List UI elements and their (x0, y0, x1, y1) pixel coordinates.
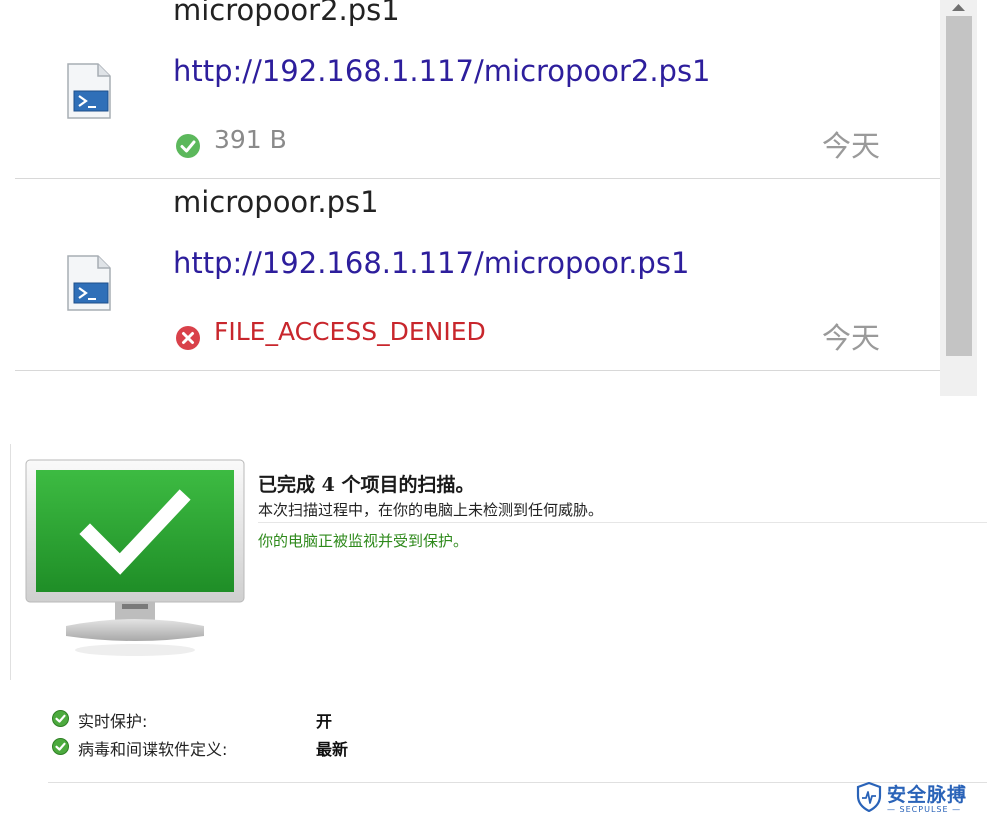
scan-title: 已完成 4 个项目的扫描。 (258, 474, 475, 496)
check-circle-icon (52, 738, 69, 755)
file-url-link[interactable]: http://192.168.1.117/micropoor2.ps1 (173, 54, 711, 88)
scroll-up-arrow-icon[interactable] (940, 0, 977, 16)
scan-result-panel: 已完成 4 个项目的扫描。 本次扫描过程中，在你的电脑上未检测到任何威胁。 你的… (10, 444, 987, 830)
download-list: micropoor2.ps1 http://192.168.1.117/micr… (0, 0, 980, 396)
protection-message: 你的电脑正被监视并受到保护。 (258, 532, 469, 550)
scrollbar[interactable] (940, 0, 977, 396)
divider (258, 522, 987, 523)
download-item[interactable]: micropoor2.ps1 http://192.168.1.117/micr… (0, 0, 940, 171)
panel-edge (10, 444, 11, 680)
status-row-realtime: 实时保护: 开 (52, 708, 452, 731)
file-name: micropoor.ps1 (173, 185, 379, 219)
status-value: 最新 (316, 740, 349, 759)
scan-subtitle: 本次扫描过程中，在你的电脑上未检测到任何威胁。 (258, 501, 604, 519)
list-divider (15, 370, 940, 371)
status-row-definitions: 病毒和间谍软件定义: 最新 (52, 736, 452, 759)
powershell-file-icon (67, 63, 111, 119)
check-circle-icon (52, 710, 69, 727)
watermark-subtext: — SECPULSE — (887, 805, 962, 814)
divider (48, 782, 987, 783)
list-divider (15, 178, 940, 179)
watermark-text: 安全脉搏 (887, 784, 968, 806)
check-circle-icon (176, 134, 200, 158)
file-url-link[interactable]: http://192.168.1.117/micropoor.ps1 (173, 246, 689, 280)
download-item[interactable]: micropoor.ps1 http://192.168.1.117/micro… (0, 185, 940, 363)
status-label: 实时保护: (78, 712, 148, 731)
monitor-checkmark-icon (25, 459, 245, 656)
download-date: 今天 (822, 321, 881, 355)
file-size: 391 B (214, 125, 287, 154)
status-value: 开 (316, 712, 333, 731)
scroll-thumb[interactable] (946, 16, 972, 356)
powershell-file-icon (67, 255, 111, 311)
shield-pulse-icon (856, 782, 882, 812)
download-date: 今天 (822, 129, 881, 163)
file-name: micropoor2.ps1 (173, 0, 400, 27)
error-circle-icon (176, 326, 200, 350)
partial-file-name: · · (173, 384, 201, 396)
status-label: 病毒和间谍软件定义: (78, 740, 228, 759)
watermark-logo: 安全脉搏 — SECPULSE — (856, 780, 1002, 820)
error-status: FILE_ACCESS_DENIED (214, 317, 486, 346)
